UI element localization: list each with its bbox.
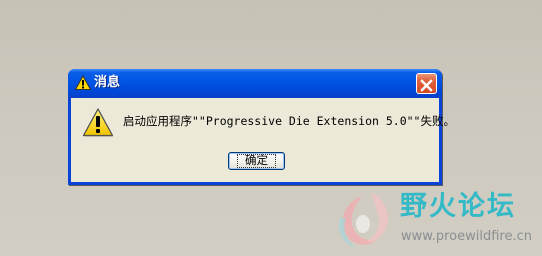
warning-icon <box>82 107 114 139</box>
desktop-background: 消息 启动应用程序""Progressive Die Extension 5.0… <box>0 0 542 256</box>
error-message: 启动应用程序""Progressive Die Extension 5.0""失… <box>123 114 455 128</box>
watermark-title: 野火论坛 <box>400 191 516 222</box>
close-button[interactable] <box>416 73 437 94</box>
warning-icon <box>74 74 92 91</box>
forum-watermark: 野火论坛 www.proewildfire.cn <box>332 186 542 256</box>
ok-button[interactable]: 确定 <box>228 152 285 170</box>
message-dialog: 消息 启动应用程序""Progressive Die Extension 5.0… <box>68 69 455 185</box>
close-icon <box>420 77 433 92</box>
dialog-body: 启动应用程序""Progressive Die Extension 5.0""失… <box>71 98 455 182</box>
dialog-titlebar[interactable]: 消息 <box>68 69 442 98</box>
dialog-title: 消息 <box>94 75 121 90</box>
watermark-url: www.proewildfire.cn <box>401 229 532 244</box>
ok-button-label: 确定 <box>237 154 276 168</box>
flame-logo-icon <box>332 188 402 252</box>
